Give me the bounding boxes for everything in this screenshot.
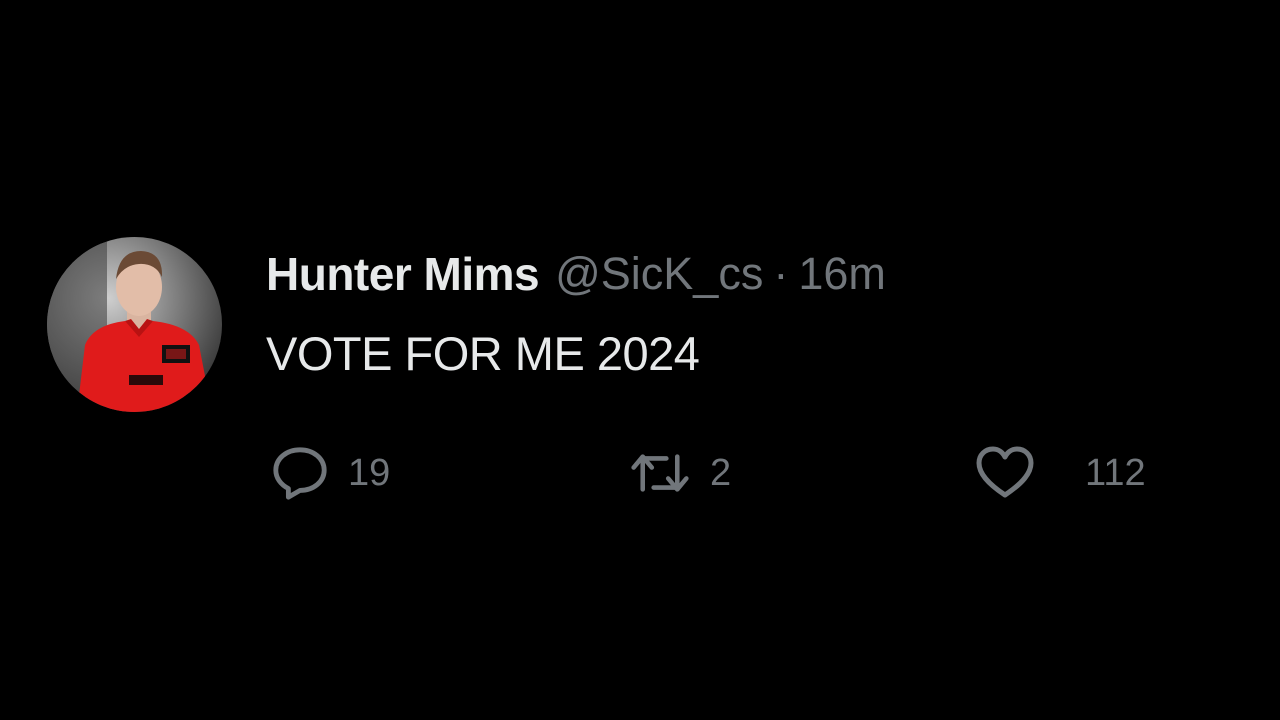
reply-button[interactable]: 19 [270,443,390,503]
tweet-timestamp[interactable]: 16m [798,248,886,300]
author-handle[interactable]: @SicK_cs [555,248,763,300]
author-avatar[interactable] [47,237,222,412]
author-display-name[interactable]: Hunter Mims [266,247,540,301]
retweet-icon [630,443,690,503]
tweet-text: VOTE FOR ME 2024 [266,327,700,380]
avatar-image [47,237,222,412]
tweet-header: Hunter Mims @SicK_cs · 16m [266,246,886,302]
like-count: 112 [1085,451,1146,494]
header-separator: · [773,248,789,299]
reply-count: 19 [348,451,391,494]
retweet-count: 2 [710,451,732,494]
reply-icon [270,443,330,503]
tweet-card[interactable]: Hunter Mims @SicK_cs · 16m VOTE FOR ME 2… [0,0,1280,720]
retweet-button[interactable]: 2 [630,443,731,503]
heart-icon [975,443,1035,503]
like-button[interactable]: 112 [975,443,1146,503]
